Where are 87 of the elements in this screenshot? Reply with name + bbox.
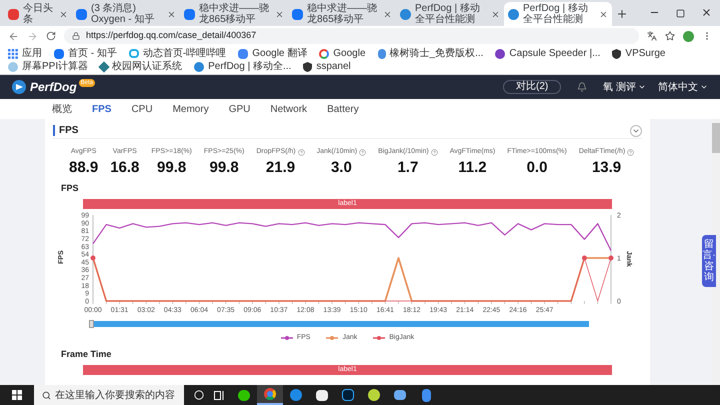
favicon-icon bbox=[76, 8, 87, 20]
stat-value: 1.7 bbox=[397, 158, 418, 178]
site-icon bbox=[54, 48, 64, 58]
legend-line-icon bbox=[280, 335, 293, 342]
chart-title: Frame Time bbox=[61, 348, 112, 360]
address-bar[interactable]: https://perfdog.qq.com/case_detail/400367 bbox=[64, 28, 639, 44]
feedback-button[interactable]: 留言·咨询 bbox=[702, 235, 716, 287]
bookmark[interactable]: 应用 bbox=[8, 47, 42, 60]
caret-icon bbox=[700, 83, 708, 91]
nav-tab[interactable]: GPU bbox=[228, 102, 250, 116]
stat-value: 0.0 bbox=[526, 158, 548, 178]
maximize-icon[interactable] bbox=[676, 9, 685, 18]
legend-line-icon bbox=[326, 335, 338, 342]
caret-icon bbox=[638, 83, 646, 91]
favicon-icon bbox=[8, 8, 19, 20]
bookmark[interactable]: Google bbox=[319, 47, 366, 60]
nav-tab[interactable]: CPU bbox=[131, 102, 153, 116]
bookmark[interactable]: 校园网认证系统 bbox=[100, 60, 182, 73]
close-icon[interactable] bbox=[167, 10, 176, 18]
bookmark[interactable]: Google 翻译 bbox=[238, 47, 308, 60]
close-icon[interactable] bbox=[599, 10, 608, 18]
language-menu[interactable]: 简体中文 bbox=[658, 80, 708, 94]
stat-value: 11.2 bbox=[458, 158, 487, 178]
user-menu[interactable]: 氧 测评 bbox=[603, 80, 646, 94]
bookmark[interactable]: PerfDog | 移动全... bbox=[194, 60, 292, 73]
lock-icon bbox=[72, 32, 80, 40]
help-icon[interactable] bbox=[298, 148, 305, 156]
bookmark[interactable]: Capsule Speeder |... bbox=[495, 47, 600, 60]
new-tab-icon[interactable] bbox=[616, 8, 628, 20]
avatar[interactable] bbox=[683, 30, 694, 42]
windows-logo-icon[interactable] bbox=[12, 390, 22, 400]
brand-name: PerfDog bbox=[30, 79, 77, 96]
back-icon[interactable] bbox=[8, 30, 19, 42]
bookmark[interactable]: 屏幕PPI计算器 bbox=[8, 60, 88, 73]
drop-icon bbox=[378, 48, 386, 58]
bookmark-star-icon[interactable] bbox=[665, 31, 675, 41]
cortana-icon[interactable] bbox=[194, 390, 204, 400]
nav-tab[interactable]: FPS bbox=[92, 102, 112, 116]
slider-handle[interactable] bbox=[89, 320, 94, 328]
search-icon bbox=[42, 390, 51, 400]
browser-tab[interactable]: PerfDog | 移动全平台性能测 bbox=[504, 2, 612, 26]
phone-app-icon[interactable] bbox=[422, 388, 430, 402]
favicon-icon bbox=[292, 8, 303, 20]
bookmark[interactable]: 橡树骑士_免费版权... bbox=[378, 47, 484, 60]
compare-button[interactable]: 对比(2) bbox=[502, 80, 562, 94]
reload-icon[interactable] bbox=[46, 31, 56, 41]
nav-tab[interactable]: 概览 bbox=[52, 102, 72, 116]
close-icon[interactable] bbox=[275, 10, 284, 18]
section-title: FPS bbox=[53, 125, 78, 136]
task-view-icon[interactable] bbox=[214, 390, 225, 400]
stat-value: 99.8 bbox=[157, 158, 186, 178]
shield-icon bbox=[612, 48, 622, 58]
bookmark[interactable]: sspanel bbox=[303, 60, 351, 73]
nav-tab[interactable]: Memory bbox=[172, 102, 209, 116]
help-icon[interactable] bbox=[359, 148, 366, 156]
close-icon[interactable] bbox=[491, 10, 500, 18]
favicon-icon bbox=[184, 8, 195, 20]
bell-icon[interactable] bbox=[577, 82, 588, 92]
taskbar-search-field[interactable]: 在这里输入你要搜索的内容 bbox=[34, 385, 184, 405]
site-icon bbox=[194, 62, 204, 72]
logo-icon bbox=[12, 80, 26, 94]
close-icon[interactable] bbox=[59, 10, 68, 18]
close-icon[interactable] bbox=[383, 10, 392, 18]
bookmark[interactable]: VPSurge bbox=[612, 47, 666, 60]
favicon-icon bbox=[508, 8, 519, 20]
nav-tab[interactable]: Network bbox=[270, 102, 308, 116]
chart-title: FPS bbox=[61, 182, 80, 194]
ball-app-icon[interactable] bbox=[368, 389, 380, 401]
close-icon[interactable] bbox=[701, 7, 712, 18]
shield-icon bbox=[303, 62, 312, 72]
stat-value: 16.8 bbox=[110, 158, 140, 178]
google-icon bbox=[319, 48, 330, 58]
favicon-icon bbox=[400, 8, 411, 20]
stat-value: 99.8 bbox=[210, 158, 239, 178]
browser-app-icon[interactable] bbox=[264, 388, 276, 400]
stat-value: 13.9 bbox=[592, 158, 622, 178]
stat-value: 21.9 bbox=[266, 158, 296, 178]
bookmark[interactable]: 首页 - 知乎 bbox=[54, 47, 117, 60]
stat-value: 3.0 bbox=[330, 158, 352, 178]
apps-grid-icon bbox=[8, 48, 18, 58]
nav-tab[interactable]: Battery bbox=[327, 102, 359, 116]
taskbar-app[interactable] bbox=[257, 385, 283, 405]
help-icon[interactable] bbox=[430, 148, 438, 156]
bookmark[interactable]: 动态首页-哔哩哔哩 bbox=[128, 47, 226, 60]
help-icon[interactable] bbox=[627, 148, 634, 156]
legend-line-icon bbox=[373, 335, 386, 342]
stat-value: 88.9 bbox=[69, 158, 98, 178]
